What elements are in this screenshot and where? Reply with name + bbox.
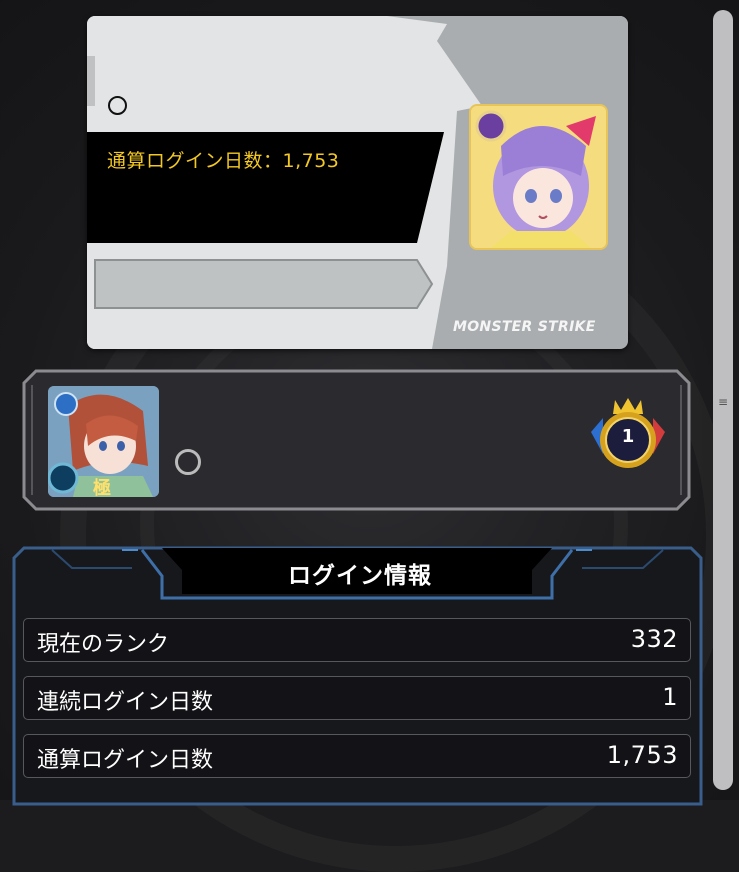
- total-login-text: 通算ログイン日数：1,753: [107, 150, 340, 172]
- info-row-consecutive-login: 連続ログイン日数 1: [23, 676, 691, 720]
- info-label: 現在のランク: [37, 632, 170, 657]
- scrollbar[interactable]: ≡: [713, 10, 733, 790]
- scroll-grip-icon[interactable]: ≡: [716, 388, 730, 416]
- info-value: 332: [630, 625, 678, 653]
- rank-badge-number: 1: [621, 426, 635, 447]
- card-circle-icon: [108, 96, 127, 115]
- brand-logo: MONSTER STRIKE: [453, 319, 596, 335]
- info-value: 1: [662, 683, 678, 711]
- info-label: 通算ログイン日数: [37, 748, 214, 773]
- player-circle-icon: [175, 449, 201, 475]
- profile-card: 通算ログイン日数：1,753 MONSTER STRIKE: [87, 16, 628, 349]
- login-info-title: ログイン情報: [288, 563, 432, 589]
- info-label: 連続ログイン日数: [37, 690, 214, 715]
- info-row-current-rank: 現在のランク 332: [23, 618, 691, 662]
- info-value: 1,753: [606, 741, 678, 769]
- info-row-total-login: 通算ログイン日数 1,753: [23, 734, 691, 778]
- svg-text:極: 極: [93, 477, 111, 497]
- player-avatar[interactable]: 極: [48, 386, 159, 497]
- card-character-avatar[interactable]: [469, 104, 608, 250]
